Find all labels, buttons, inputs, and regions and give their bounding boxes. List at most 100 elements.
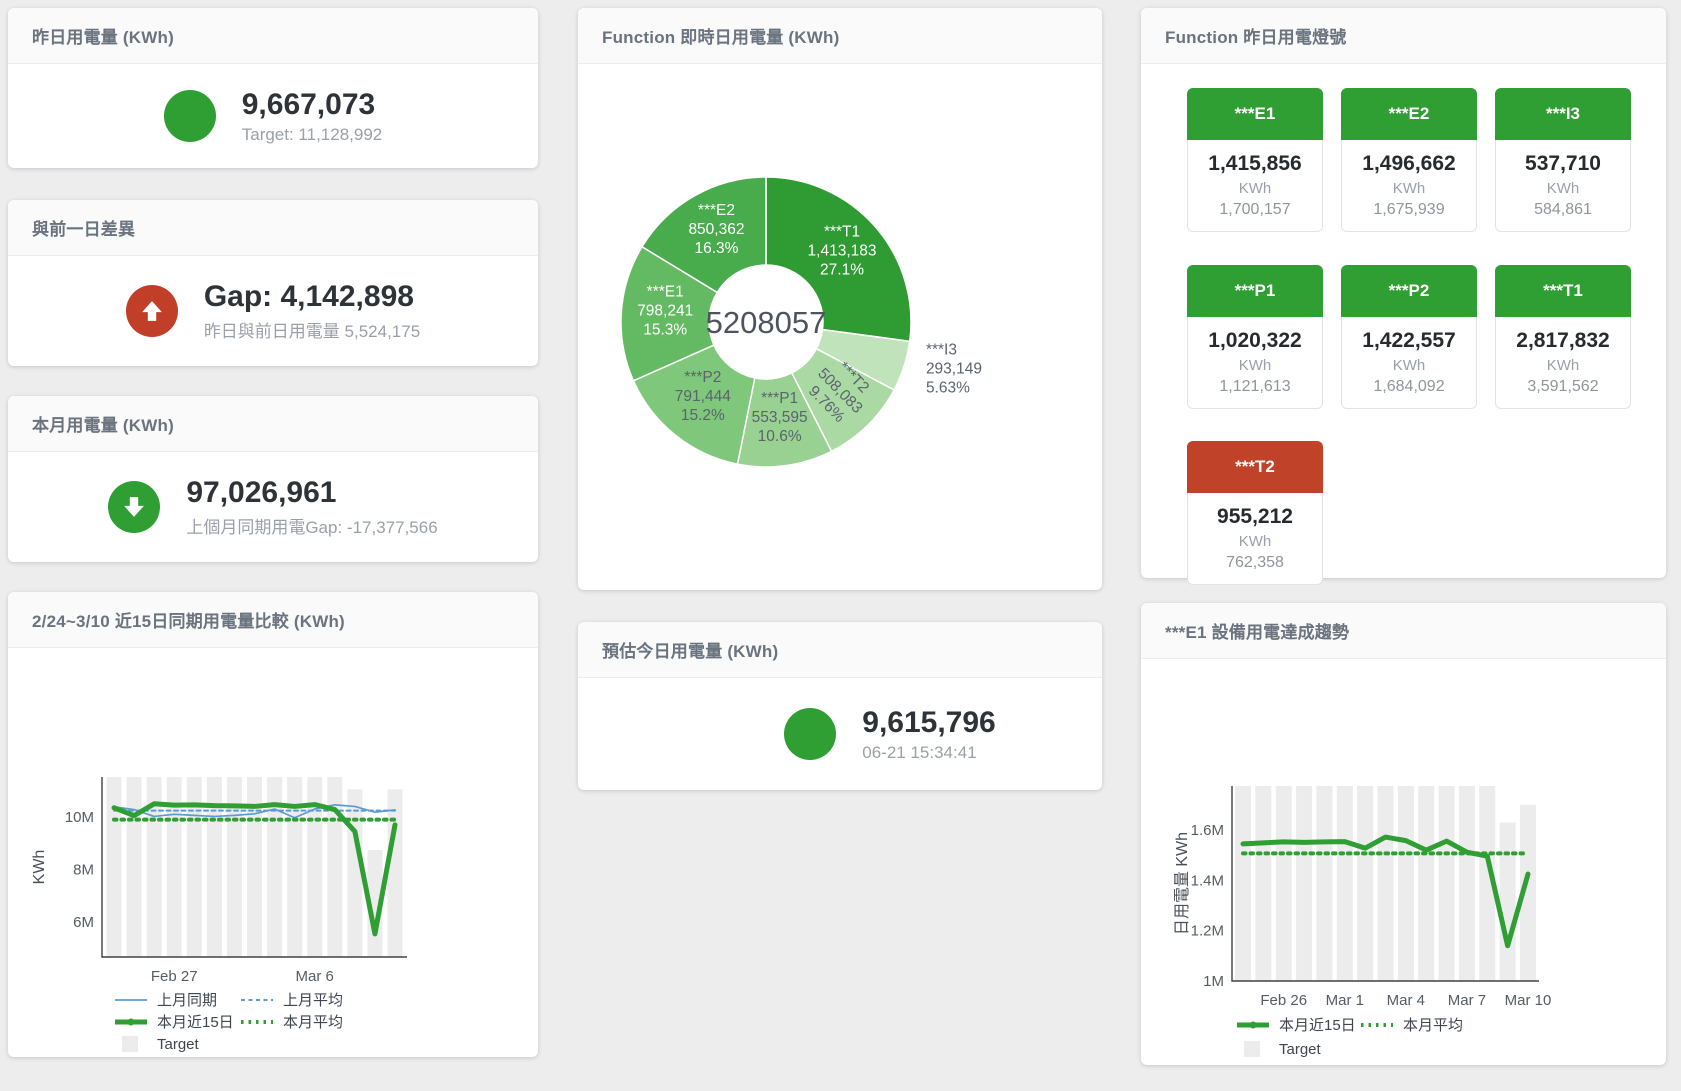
device-tile-target: 762,358 (1190, 554, 1320, 572)
device-tile-unit: KWh (1344, 180, 1474, 197)
device-tile-name: ***E2 (1341, 88, 1477, 140)
target-bar (347, 789, 362, 957)
device-tile-body: 537,710KWh584,861 (1495, 140, 1631, 232)
panel-realtime-donut: Function 即時日用電量 (KWh) ***T11,413,18327.1… (578, 8, 1102, 590)
panel-month-usage: 本月用電量 (KWh) 97,026,961 上個月同期用電Gap: -17,3… (8, 396, 538, 562)
device-tile-value: 1,422,557 (1344, 329, 1474, 353)
target-bar (1235, 786, 1251, 981)
device-tile-name: ***T2 (1187, 441, 1323, 493)
y-tick-label: 1M (1203, 973, 1224, 990)
panel-header: Function 昨日用電燈號 (1141, 8, 1666, 64)
panel-title: Function 即時日用電量 (KWh) (602, 23, 839, 48)
legend-label[interactable]: 上月平均 (283, 992, 343, 1009)
stat-value: 9,615,796 (862, 706, 995, 739)
panel-header: 昨日用電量 (KWh) (8, 8, 538, 64)
target-bar (1255, 786, 1271, 981)
panel-yesterday-usage: 昨日用電量 (KWh) 9,667,073 Target: 11,128,992 (8, 8, 538, 168)
legend-label[interactable]: Target (157, 1036, 200, 1053)
target-bar (127, 777, 142, 957)
device-tile-value: 1,415,856 (1190, 152, 1320, 176)
device-tile-body: 955,212KWh762,358 (1187, 493, 1323, 585)
device-tile-name: ***P2 (1341, 265, 1477, 317)
panel-title: ***E1 設備用電達成趨勢 (1165, 618, 1349, 643)
energy-dashboard: 昨日用電量 (KWh) 9,667,073 Target: 11,128,992… (0, 0, 1681, 1091)
panel-header: 與前一日差異 (8, 200, 538, 256)
stat-subtitle: Target: 11,128,992 (242, 125, 383, 145)
y-tick-label: 1.6M (1191, 822, 1224, 839)
device-tile-target: 584,861 (1498, 201, 1628, 219)
legend-label[interactable]: Target (1279, 1041, 1322, 1058)
panel-title: 預估今日用電量 (KWh) (602, 637, 778, 662)
y-tick-label: 10M (65, 809, 94, 826)
device-tile-target: 1,121,613 (1190, 378, 1320, 396)
stat-value: 97,026,961 (186, 476, 437, 509)
panel-e1-trend-chart: ***E1 設備用電達成趨勢 1M1.2M1.4M1.6MFeb 26Mar 1… (1141, 603, 1666, 1065)
panel-today-estimate: 預估今日用電量 (KWh) 9,615,796 06-21 15:34:41 (578, 622, 1102, 790)
target-bar (1337, 786, 1353, 981)
target-bar (327, 777, 342, 957)
legend-swatch-target[interactable] (1244, 1041, 1260, 1057)
device-tile-value: 537,710 (1498, 152, 1628, 176)
device-tile-body: 1,020,322 KWh 1,121,613 (1187, 317, 1323, 409)
device-tile-value: 1,020,322 (1190, 329, 1320, 353)
compare-usage-chart[interactable]: 6M8M10MFeb 27Mar 6KWh上月同期上月平均本月近15日本月平均T… (8, 648, 538, 1057)
y-tick-label: 1.2M (1191, 923, 1224, 940)
device-tile-T2: ***T2955,212KWh762,358 (1187, 441, 1323, 602)
target-bar (1398, 786, 1414, 981)
target-bar (107, 777, 122, 957)
device-tile-value: 955,212 (1190, 505, 1320, 529)
device-tile-body: 2,817,832 KWh 3,591,562 (1495, 317, 1631, 409)
panel-title: 2/24~3/10 近15日同期用電量比較 (KWh) (32, 607, 345, 632)
device-tile-unit: KWh (1190, 357, 1320, 374)
panel-header: Function 即時日用電量 (KWh) (578, 8, 1102, 64)
legend-label[interactable]: 本月平均 (283, 1014, 343, 1031)
device-tile-name: ***T1 (1495, 265, 1631, 317)
donut-slice-label: ***I3293,1495.63% (926, 341, 982, 396)
arrow-down-icon (108, 481, 160, 533)
panel-title: 本月用電量 (KWh) (32, 411, 174, 436)
panel-title: Function 昨日用電燈號 (1165, 23, 1346, 48)
device-tile-name: ***E1 (1187, 88, 1323, 140)
green-status-circle-icon (784, 708, 836, 760)
panel-title: 昨日用電量 (KWh) (32, 23, 174, 48)
x-tick-label: Mar 6 (296, 968, 334, 985)
panel-header: ***E1 設備用電達成趨勢 (1141, 603, 1666, 659)
donut-center-total: 5208057 (706, 305, 827, 340)
target-bar (1316, 786, 1332, 981)
panel-yesterday-status-lights: Function 昨日用電燈號 ***E11,415,856KWh1,700,1… (1141, 8, 1666, 578)
legend-label[interactable]: 本月平均 (1403, 1017, 1463, 1034)
legend-label[interactable]: 本月近15日 (1279, 1017, 1356, 1034)
device-tile-value: 2,817,832 (1498, 329, 1628, 353)
device-tile-E1: ***E11,415,856KWh1,700,157 (1187, 88, 1323, 249)
panel-15day-compare-chart: 2/24~3/10 近15日同期用電量比較 (KWh) 6M8M10MFeb 2… (8, 592, 538, 1057)
device-tile-target: 1,684,092 (1344, 378, 1474, 396)
panel-header: 2/24~3/10 近15日同期用電量比較 (KWh) (8, 592, 538, 648)
legend-swatch-dot (128, 1019, 135, 1026)
x-tick-label: Feb 26 (1260, 992, 1307, 1009)
legend-label[interactable]: 本月近15日 (157, 1014, 234, 1031)
device-tile-unit: KWh (1498, 357, 1628, 374)
legend-label[interactable]: 上月同期 (157, 992, 217, 1009)
panel-header: 預估今日用電量 (KWh) (578, 622, 1102, 678)
target-bar (1296, 786, 1312, 981)
y-tick-label: 6M (73, 914, 94, 931)
device-tile-target: 1,675,939 (1344, 201, 1474, 219)
x-tick-label: Mar 4 (1387, 992, 1425, 1009)
target-bar (1439, 786, 1455, 981)
legend-swatch-target[interactable] (122, 1036, 138, 1052)
y-axis-label: KWh (31, 850, 48, 885)
x-tick-label: Mar 10 (1505, 992, 1552, 1009)
device-tile-I3: ***I3537,710KWh584,861 (1495, 88, 1631, 249)
device-tile-P2: ***P2 1,422,557 KWh 1,684,092 (1341, 265, 1477, 426)
device-tile-body: 1,422,557 KWh 1,684,092 (1341, 317, 1477, 409)
device-tile-unit: KWh (1344, 357, 1474, 374)
panel-header: 本月用電量 (KWh) (8, 396, 538, 452)
device-tile-target: 3,591,562 (1498, 378, 1628, 396)
device-tile-name: ***P1 (1187, 265, 1323, 317)
function-usage-donut-chart[interactable]: ***T11,413,18327.1%***I3293,1495.63%***T… (578, 64, 1102, 584)
e1-trend-chart[interactable]: 1M1.2M1.4M1.6MFeb 26Mar 1Mar 4Mar 7Mar 1… (1141, 659, 1666, 1065)
device-tile-unit: KWh (1190, 180, 1320, 197)
stat-timestamp: 06-21 15:34:41 (862, 743, 995, 763)
x-tick-label: Feb 27 (151, 968, 198, 985)
panel-title: 與前一日差異 (32, 215, 135, 240)
